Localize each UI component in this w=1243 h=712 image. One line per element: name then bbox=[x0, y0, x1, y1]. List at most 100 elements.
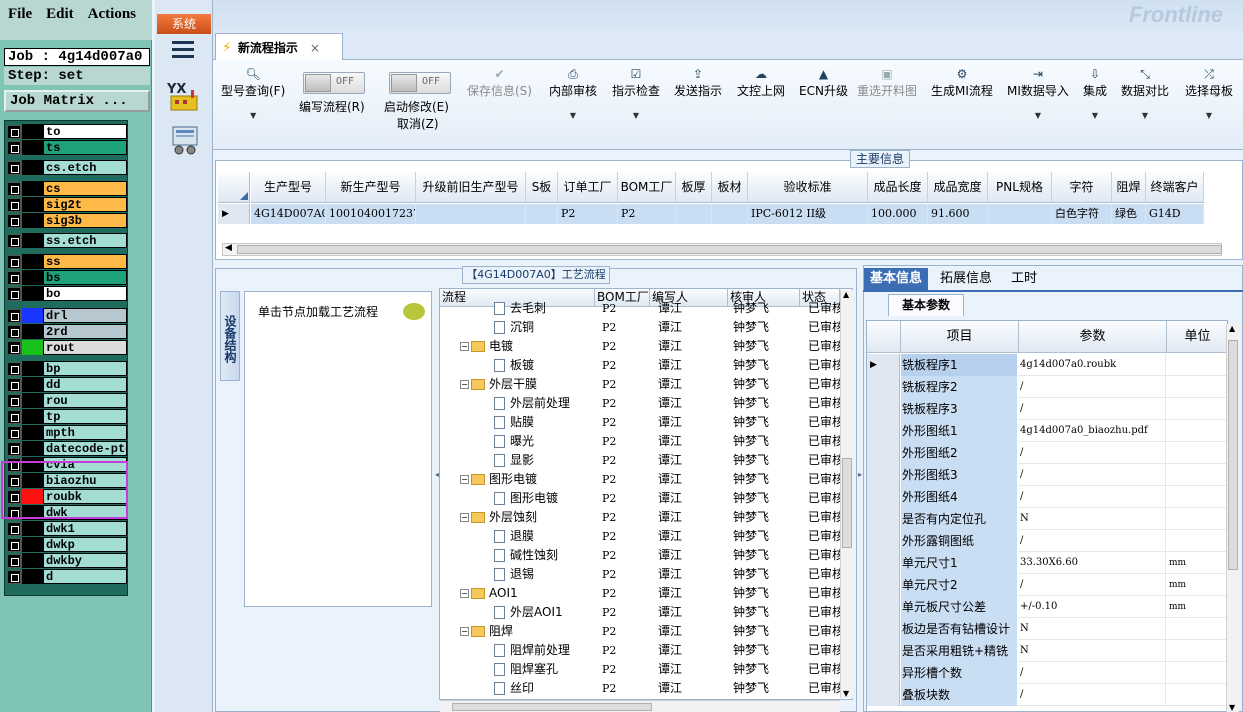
integrate-button[interactable]: ⇩ 集成 ▼ bbox=[1083, 66, 1107, 120]
param-row[interactable]: 单元尺寸2/mm bbox=[867, 574, 1227, 596]
param-value[interactable]: / bbox=[1019, 662, 1166, 684]
collapse-icon[interactable]: − bbox=[460, 589, 469, 598]
row-header[interactable] bbox=[867, 530, 900, 552]
layer-color-swatch[interactable] bbox=[22, 160, 43, 175]
layer-name[interactable]: datecode-pto bbox=[43, 441, 127, 456]
layer-checkbox[interactable] bbox=[7, 569, 21, 584]
layer-name[interactable]: cs.etch bbox=[43, 160, 127, 175]
layer-color-swatch[interactable] bbox=[22, 569, 43, 584]
layer-name[interactable]: to bbox=[43, 124, 127, 139]
model-query-button[interactable]: 🔍︎ 型号查询(F) ▼ bbox=[221, 66, 285, 120]
factory-icon[interactable]: YX bbox=[166, 80, 203, 112]
chevron-down-icon[interactable]: ▼ bbox=[1185, 111, 1233, 120]
row-header[interactable] bbox=[867, 420, 900, 442]
layer-row[interactable]: mpth bbox=[7, 425, 127, 440]
splitter-handle[interactable]: ▸ bbox=[858, 470, 863, 490]
param-row[interactable]: 铣板程序3/ bbox=[867, 398, 1227, 420]
main-col-header[interactable]: PNL规格 bbox=[988, 172, 1052, 203]
main-cell[interactable] bbox=[676, 204, 712, 224]
row-header[interactable] bbox=[867, 398, 900, 420]
param-row[interactable]: 是否采用粗铣+精铣 N bbox=[867, 640, 1227, 662]
menu-edit[interactable]: Edit bbox=[46, 6, 74, 40]
param-row[interactable]: 外形露铜图纸 / bbox=[867, 530, 1227, 552]
scrollbar-thumb[interactable] bbox=[237, 245, 1222, 254]
main-cell[interactable]: G14D bbox=[1146, 204, 1204, 224]
layer-checkbox[interactable] bbox=[7, 233, 21, 248]
layer-checkbox[interactable] bbox=[7, 197, 21, 212]
param-row[interactable]: 铣板程序2/ bbox=[867, 376, 1227, 398]
collapse-icon[interactable]: − bbox=[460, 342, 469, 351]
layer-name[interactable]: drl bbox=[43, 308, 127, 323]
start-edit-toggle[interactable]: OFF bbox=[389, 72, 451, 94]
layer-color-swatch[interactable] bbox=[22, 286, 43, 301]
job-field[interactable]: Job : 4g14d007a0 bbox=[4, 48, 150, 66]
layer-row[interactable]: sig2t bbox=[7, 197, 127, 212]
col-param[interactable]: 参数 bbox=[1019, 321, 1167, 353]
process-row[interactable]: − 电镀 P2 谭江 钟梦飞 已审核 bbox=[440, 337, 840, 356]
layer-row[interactable]: rou bbox=[7, 393, 127, 408]
main-col-header[interactable]: 订单工厂 bbox=[558, 172, 618, 203]
layer-color-swatch[interactable] bbox=[22, 181, 43, 196]
layer-color-swatch[interactable] bbox=[22, 233, 43, 248]
col-unit[interactable]: 单位 bbox=[1167, 321, 1227, 353]
layer-row[interactable]: drl bbox=[7, 308, 127, 323]
cancel-label[interactable]: 取消(Z) bbox=[397, 115, 439, 132]
layer-name[interactable]: rou bbox=[43, 393, 127, 408]
main-col-header[interactable]: S板 bbox=[526, 172, 558, 203]
generate-mi-process-button[interactable]: ⚙ 生成MI流程 bbox=[931, 66, 993, 99]
row-header[interactable] bbox=[867, 596, 900, 618]
main-col-header[interactable]: 板厚 bbox=[676, 172, 712, 203]
layer-checkbox[interactable] bbox=[7, 286, 21, 301]
layer-checkbox[interactable] bbox=[7, 270, 21, 285]
info-vertical-scrollbar[interactable]: ▲ ▼ bbox=[1226, 324, 1239, 712]
layer-color-swatch[interactable] bbox=[22, 308, 43, 323]
main-cell[interactable]: 绿色 bbox=[1112, 204, 1146, 224]
chevron-down-icon[interactable]: ▼ bbox=[1007, 111, 1069, 120]
layer-row[interactable]: bo bbox=[7, 286, 127, 301]
layer-color-swatch[interactable] bbox=[22, 140, 43, 155]
layer-color-swatch[interactable] bbox=[22, 254, 43, 269]
param-row[interactable]: 外形图纸4/ bbox=[867, 486, 1227, 508]
tab-extended-info[interactable]: 拓展信息 bbox=[934, 268, 998, 290]
layer-row[interactable]: dwkp bbox=[7, 537, 127, 552]
close-icon[interactable]: × bbox=[310, 41, 320, 55]
chevron-down-icon[interactable]: ▼ bbox=[612, 111, 660, 120]
layer-row[interactable]: dwk1 bbox=[7, 521, 127, 536]
process-vertical-scrollbar[interactable]: ▲ ▼ bbox=[840, 290, 853, 698]
step-field[interactable]: Step: set bbox=[4, 67, 150, 85]
select-master-board-button[interactable]: ⤮ 选择母板 ▼ bbox=[1185, 66, 1233, 120]
layer-name[interactable]: tp bbox=[43, 409, 127, 424]
main-col-header[interactable]: BOM工厂 bbox=[618, 172, 676, 203]
layer-name[interactable]: 2rd bbox=[43, 324, 127, 339]
system-tab[interactable]: 系统 bbox=[157, 14, 211, 34]
subtab-basic-params[interactable]: 基本参数 bbox=[888, 294, 964, 316]
layer-name[interactable]: rout bbox=[43, 340, 127, 355]
layer-checkbox[interactable] bbox=[7, 409, 21, 424]
layer-row[interactable]: to bbox=[7, 124, 127, 139]
layer-checkbox[interactable] bbox=[7, 254, 21, 269]
main-col-header[interactable]: 成品长度 bbox=[868, 172, 928, 203]
job-matrix-button[interactable]: Job Matrix ... bbox=[4, 90, 150, 112]
main-cell[interactable] bbox=[416, 204, 526, 224]
layer-color-swatch[interactable] bbox=[22, 425, 43, 440]
tab-basic-info[interactable]: 基本信息 bbox=[864, 268, 929, 290]
layer-checkbox[interactable] bbox=[7, 537, 21, 552]
device-structure-tab[interactable]: 设备结构 bbox=[220, 291, 240, 381]
layer-checkbox[interactable] bbox=[7, 393, 21, 408]
layer-name[interactable]: ss bbox=[43, 254, 127, 269]
param-value[interactable]: / bbox=[1019, 574, 1166, 596]
main-cell[interactable]: 91.600 bbox=[928, 204, 988, 224]
layer-row[interactable]: tp bbox=[7, 409, 127, 424]
instruction-check-button[interactable]: ☑ 指示检查 ▼ bbox=[612, 66, 660, 120]
send-instruction-button[interactable]: ⇪ 发送指示 bbox=[674, 66, 722, 99]
process-row[interactable]: 碱性蚀刻 P2 谭江 钟梦飞 已审核 bbox=[440, 546, 840, 565]
layer-checkbox[interactable] bbox=[7, 425, 21, 440]
layer-color-swatch[interactable] bbox=[22, 124, 43, 139]
main-col-header[interactable]: 生产型号 bbox=[251, 172, 326, 203]
param-row[interactable]: 外形图纸1 4g14d007a0_biaozhu.pdf bbox=[867, 420, 1227, 442]
layer-name[interactable]: sig2t bbox=[43, 197, 127, 212]
process-row[interactable]: 去毛刺 P2 谭江 钟梦飞 已审核 bbox=[440, 299, 840, 318]
param-row[interactable]: ▶ 铣板程序1 4g14d007a0.roubk bbox=[867, 354, 1227, 376]
param-value[interactable]: N bbox=[1019, 640, 1166, 662]
layer-name[interactable]: dwkby bbox=[43, 553, 127, 568]
